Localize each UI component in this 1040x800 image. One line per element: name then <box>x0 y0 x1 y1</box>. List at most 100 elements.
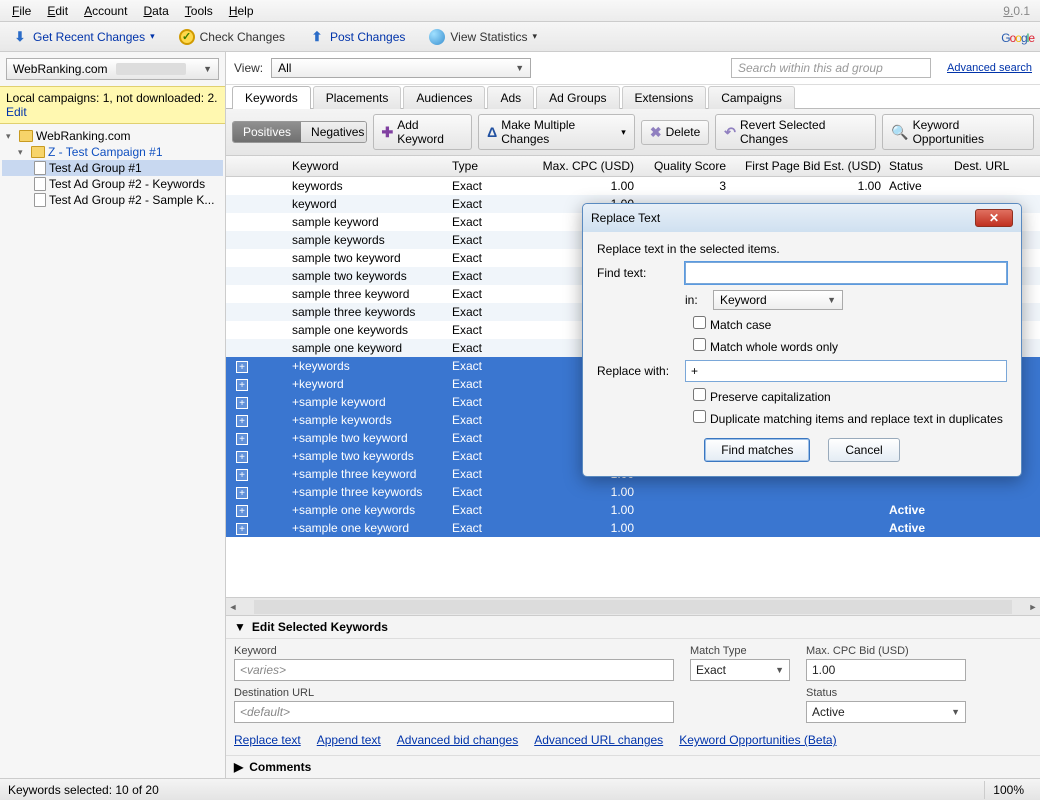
delete-button[interactable]: ✖Delete <box>641 120 709 145</box>
edit-campaigns-link[interactable]: Edit <box>6 105 27 119</box>
scroll-right-icon: ► <box>1026 602 1040 612</box>
menu-account[interactable]: Account <box>76 2 135 20</box>
edit-panel: ▼Edit Selected Keywords Keyword Match Ty… <box>226 615 1040 778</box>
replace-text-link[interactable]: Replace text <box>234 733 301 747</box>
max-cpc-input[interactable] <box>806 659 966 681</box>
menu-help[interactable]: Help <box>221 2 262 20</box>
max-cpc-label: Max. CPC Bid (USD) <box>806 645 966 657</box>
view-dropdown[interactable]: All▼ <box>271 58 531 78</box>
menu-data[interactable]: Data <box>135 2 176 20</box>
undo-icon: ↶ <box>724 124 736 141</box>
tree-adgroup-3[interactable]: Test Ad Group #2 - Sample K... <box>2 192 223 208</box>
plus-icon: ✚ <box>382 124 394 141</box>
close-button[interactable]: ✕ <box>975 209 1013 227</box>
tree-account[interactable]: ▾WebRanking.com <box>2 128 223 144</box>
replace-with-input[interactable] <box>685 360 1007 382</box>
x-icon: ✖ <box>650 124 662 141</box>
advanced-bid-link[interactable]: Advanced bid changes <box>397 733 518 747</box>
tab-audiences[interactable]: Audiences <box>403 86 485 109</box>
table-row[interactable]: ++sample one keywordsExact1.00Active <box>226 501 1040 519</box>
search-input[interactable]: Search within this ad group <box>731 58 931 78</box>
collapse-icon: ▼ <box>234 620 246 634</box>
replace-text-dialog: Replace Text✕ Replace text in the select… <box>582 203 1022 477</box>
in-dropdown[interactable]: Keyword▼ <box>713 290 843 310</box>
status-bar: Keywords selected: 10 of 20 100% <box>0 778 1040 800</box>
download-arrow-icon: ⬇ <box>12 29 28 45</box>
plus-icon: + <box>236 361 248 373</box>
redacted-icon <box>116 63 186 75</box>
edit-panel-header[interactable]: ▼Edit Selected Keywords <box>226 616 1040 639</box>
find-text-input[interactable] <box>685 262 1007 284</box>
folder-icon <box>19 130 33 142</box>
dialog-titlebar[interactable]: Replace Text✕ <box>583 204 1021 232</box>
preserve-cap-checkbox[interactable]: Preserve capitalization <box>693 388 831 404</box>
tab-keywords[interactable]: Keywords <box>232 86 311 109</box>
replace-with-label: Replace with: <box>597 364 677 378</box>
tree-adgroup-2[interactable]: Test Ad Group #2 - Keywords <box>2 176 223 192</box>
plus-icon: + <box>236 487 248 499</box>
check-changes-button[interactable]: ✓Check Changes <box>173 27 291 47</box>
expand-icon: ▶ <box>234 760 243 774</box>
plus-icon: + <box>236 415 248 427</box>
find-matches-button[interactable]: Find matches <box>704 438 810 462</box>
globe-icon <box>429 29 445 45</box>
table-row[interactable]: ++sample one keywordExact1.00Active <box>226 519 1040 537</box>
make-multiple-changes-button[interactable]: ΔMake Multiple Changes▾ <box>478 114 635 150</box>
tabs: Keywords Placements Audiences Ads Ad Gro… <box>226 85 1040 109</box>
keyword-opportunities-button[interactable]: 🔍Keyword Opportunities <box>882 114 1034 150</box>
plus-icon: + <box>236 397 248 409</box>
duplicate-checkbox[interactable]: Duplicate matching items and replace tex… <box>693 410 1003 426</box>
keyword-input[interactable] <box>234 659 674 681</box>
post-changes-button[interactable]: ⬆Post Changes <box>303 27 411 47</box>
page-icon <box>34 161 46 175</box>
view-row: View: All▼ Search within this ad group A… <box>226 52 1040 85</box>
version-label: 9.0.1 <box>995 2 1036 20</box>
plus-icon: + <box>236 379 248 391</box>
plus-icon: + <box>236 523 248 535</box>
cancel-button[interactable]: Cancel <box>828 438 899 462</box>
grid-header[interactable]: Keyword Type Max. CPC (USD) Quality Scor… <box>226 156 1040 177</box>
chevron-down-icon: ▼ <box>951 707 960 717</box>
status-dropdown[interactable]: Active▼ <box>806 701 966 723</box>
add-keyword-button[interactable]: ✚Add Keyword <box>373 114 473 150</box>
horizontal-scrollbar[interactable]: ◄► <box>226 597 1040 615</box>
revert-button[interactable]: ↶Revert Selected Changes <box>715 114 876 150</box>
menubar: File Edit Account Data Tools Help 9.0.1 <box>0 0 1040 22</box>
chevron-down-icon: ▼ <box>515 63 524 73</box>
tree-campaign[interactable]: ▾Z - Test Campaign #1 <box>2 144 223 160</box>
whole-words-checkbox[interactable]: Match whole words only <box>693 338 838 354</box>
advanced-search-link[interactable]: Advanced search <box>947 62 1032 74</box>
match-type-dropdown[interactable]: Exact▼ <box>690 659 790 681</box>
campaign-info-banner: Local campaigns: 1, not downloaded: 2. E… <box>0 86 225 124</box>
zoom-level[interactable]: 100% <box>984 781 1032 799</box>
toolbar: ⬇Get Recent Changes▾ ✓Check Changes ⬆Pos… <box>0 22 1040 52</box>
append-text-link[interactable]: Append text <box>317 733 381 747</box>
table-row[interactable]: ++sample three keywordsExact1.00 <box>226 483 1040 501</box>
pos-neg-toggle[interactable]: PositivesNegatives <box>232 121 367 143</box>
match-case-checkbox[interactable]: Match case <box>693 316 771 332</box>
selection-count: Keywords selected: 10 of 20 <box>8 783 159 797</box>
close-icon: ✕ <box>989 211 999 225</box>
tree-adgroup-1[interactable]: Test Ad Group #1 <box>2 160 223 176</box>
collapse-icon: ▾ <box>18 147 28 158</box>
tab-campaigns[interactable]: Campaigns <box>708 86 795 109</box>
keyword-opp-link[interactable]: Keyword Opportunities (Beta) <box>679 733 836 747</box>
status-label: Status <box>806 687 966 699</box>
google-logo: Google <box>1001 26 1034 47</box>
get-recent-changes-button[interactable]: ⬇Get Recent Changes▾ <box>6 27 161 47</box>
menu-file[interactable]: File <box>4 2 39 20</box>
comments-header[interactable]: ▶Comments <box>226 755 1040 778</box>
tab-ads[interactable]: Ads <box>487 86 534 109</box>
table-row[interactable]: keywordsExact1.0031.00Active <box>226 177 1040 195</box>
advanced-url-link[interactable]: Advanced URL changes <box>534 733 663 747</box>
tab-extensions[interactable]: Extensions <box>622 86 707 109</box>
account-dropdown[interactable]: WebRanking.com▼ <box>6 58 219 80</box>
dest-url-input[interactable] <box>234 701 674 723</box>
page-icon <box>34 193 46 207</box>
menu-edit[interactable]: Edit <box>39 2 76 20</box>
view-statistics-button[interactable]: View Statistics▾ <box>423 27 543 47</box>
check-icon: ✓ <box>179 29 195 45</box>
tab-adgroups[interactable]: Ad Groups <box>536 86 619 109</box>
tab-placements[interactable]: Placements <box>313 86 402 109</box>
menu-tools[interactable]: Tools <box>177 2 221 20</box>
